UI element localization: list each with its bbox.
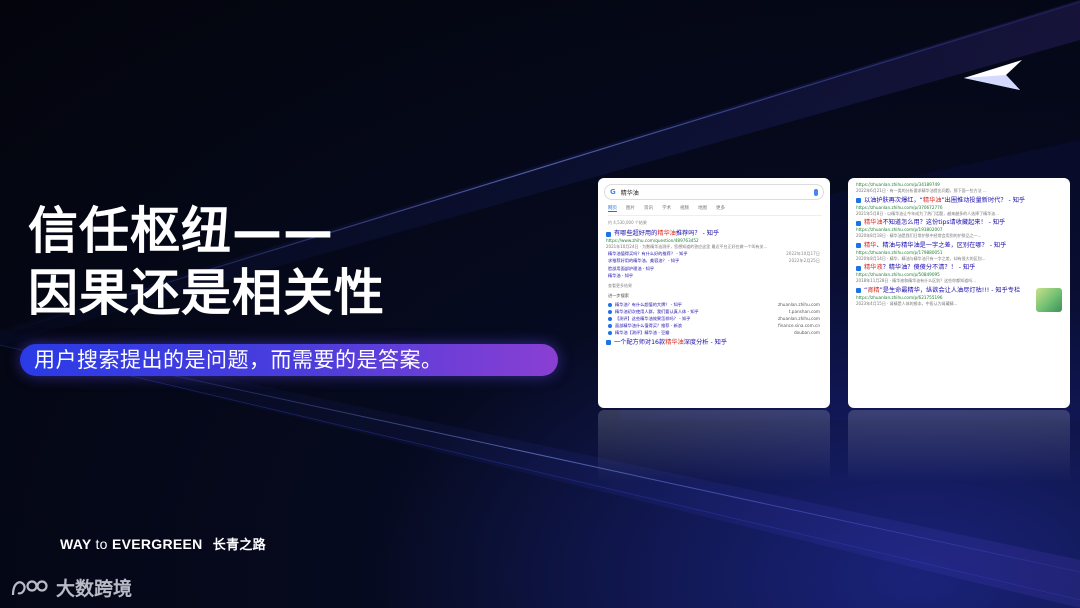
screenshot-reflection (848, 410, 1070, 500)
sub-link: 脸部用面部护理油 - 知乎 (608, 265, 655, 271)
screenshot-reflection (598, 410, 830, 500)
search-result: 有哪些超好用的 精华油 推荐吗？ - 知乎 https://www.zhihu.co… (606, 230, 822, 250)
site-favicon-icon (856, 288, 861, 293)
tab-images: 图片 (626, 206, 635, 211)
search-result: 一个配方师对16款 精华油 深度分析 - 知乎 (606, 339, 822, 347)
result-count: 约 4,530,000 个结果 (608, 220, 647, 225)
related-searches-header: 进一步搜索 (608, 292, 629, 298)
watermark-logo-icon (11, 579, 48, 595)
sub-link: 精华油值得买吗？有什么好的推荐？ - 知乎 2022年10月17日 (608, 250, 820, 256)
search-result: 精华、精油与精华油是一字之差，区别在哪？ - 知乎 https://zhuanl… (856, 241, 1007, 261)
watermark: 大数跨境 (10, 574, 132, 601)
related-item: 精华油【测评】精华油 - 豆瓣 douban.com (608, 329, 820, 336)
search-box: G 精华油 (604, 184, 824, 200)
related-item: 面部精华油什么值得买？推荐 - 新浪 finance.sina.com.cn (608, 322, 820, 329)
tab-news: 资讯 (644, 206, 653, 211)
result-title-highlight: 精华油 (657, 230, 676, 237)
result-title-post: 推荐吗？ - 知乎 (675, 230, 720, 237)
tab-web: 网页 (608, 206, 617, 212)
related-item: 精华油？有什么超值的大牌？ - 知乎 zhuanlan.zhihu.com (608, 301, 820, 308)
brand-word-to: to (95, 536, 108, 552)
search-result: 精华油不知道怎么用？这份tips请收藏起来！ - 知乎 https://zhua… (856, 219, 1006, 238)
site-favicon-icon (606, 340, 611, 345)
site-favicon-icon (856, 265, 861, 271)
tab-video: 视频 (680, 206, 689, 211)
brand-word-way: WAY (60, 536, 92, 552)
slide-title: 信任枢纽—— 因果还是相关性 (28, 200, 385, 324)
title-line-2: 因果还是相关性 (28, 264, 385, 322)
site-favicon-icon (606, 231, 611, 237)
search-result: 精华液？精华油？傻傻分不清？！ - 知乎 https://zhuanlan.zh… (856, 264, 976, 283)
brand-word-evergreen: EVERGREEN (111, 536, 203, 552)
tab-academic: 学术 (662, 206, 671, 211)
search-result: “肾精”是生命最精华，纵欲会让人油尽灯枯!!! - 知乎专栏 https://z… (856, 286, 1021, 306)
search-mic-icon (814, 188, 818, 196)
search-tabs: 网页 图片 资讯 学术 视频 地图 更多 (608, 205, 822, 216)
search-query: 精华油 (620, 189, 639, 197)
site-favicon-icon (856, 243, 861, 248)
site-favicon-icon (856, 198, 861, 203)
tab-maps: 地图 (698, 206, 707, 211)
site-favicon-icon (856, 220, 861, 226)
brand-chinese: 长青之路 (212, 538, 266, 553)
watermark-text: 大数跨境 (56, 578, 133, 600)
result-thumbnail-image (1036, 288, 1062, 312)
tab-more: 更多 (716, 206, 725, 211)
slide: 信任枢纽—— 因果还是相关性 用户搜索提出的是问题，而需要的是答案。 G 精华油… (0, 0, 1080, 608)
search-results-screenshot-left: G 精华油 网页 图片 资讯 学术 视频 地图 更多 约 4,530,000 个… (598, 178, 830, 408)
sub-link: 精华油 - 知乎 (608, 273, 634, 278)
search-result: 以油护肤再次爆红，“精华油”出圈推动投量新时代？ - 知乎 https://zh… (856, 196, 1026, 216)
result-snippet: 2021年10月24日 · 为数精华油测评，您想知道的答应这里 最近平台正好在做… (606, 244, 768, 249)
sub-link: 求推荐好用的精华油，美容油？ - 知乎 2022年2月25日 (608, 258, 820, 263)
footer-brand: WAY to EVERGREEN 长青之路 (60, 534, 266, 553)
related-item: 【测评】这些精华油效果怎样吗？ - 知乎 zhuanlan.zhihu.com (608, 315, 820, 322)
related-item: 精华油初次使用人群，我们要认真人体 - 知乎 t.panshan.com (608, 308, 820, 315)
subtitle-banner: 用户搜索提出的是问题，而需要的是答案。 (20, 344, 558, 376)
search-result: https://zhuanlan.zhihu.com/p/34189749 20… (856, 182, 987, 193)
title-line-1: 信任枢纽—— (28, 202, 334, 260)
search-results-screenshot-right: https://zhuanlan.zhihu.com/p/34189749 20… (848, 178, 1070, 408)
result-title-pre: 有哪些超好用的 (614, 230, 658, 237)
paper-plane-logo-icon (964, 60, 1022, 90)
search-logo-icon: G (610, 188, 616, 196)
more-results-link: 查看更多结果 (608, 282, 632, 288)
